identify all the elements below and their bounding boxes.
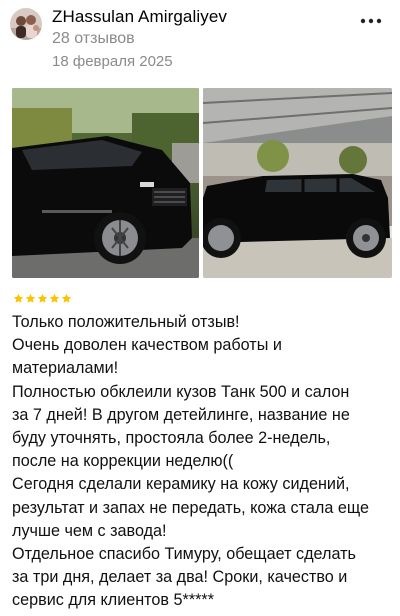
star-icon — [13, 293, 24, 303]
star-icon — [49, 293, 60, 303]
review-photos — [10, 88, 392, 278]
star-icon — [25, 293, 36, 303]
rating-stars — [13, 293, 72, 304]
review-header: ZHassulan Amirgaliyev 28 отзывов 18 февр… — [10, 6, 390, 76]
avatar[interactable] — [10, 8, 42, 40]
review-photo-2[interactable] — [203, 88, 392, 278]
more-dots-icon — [360, 18, 382, 24]
review-date: 18 февраля 2025 — [52, 53, 173, 70]
star-icon — [37, 293, 48, 303]
review-text: Только положительный отзыв! Очень доволе… — [12, 313, 369, 610]
reviews-count: 28 отзывов — [52, 30, 135, 47]
review-photo-1[interactable] — [12, 88, 199, 278]
more-options-button[interactable] — [354, 6, 388, 36]
review-card: ZHassulan Amirgaliyev 28 отзывов 18 февр… — [0, 0, 400, 616]
author-name[interactable]: ZHassulan Amirgaliyev — [52, 7, 227, 27]
avatar-photo-icon — [10, 8, 42, 40]
star-icon — [61, 293, 72, 303]
car-photo-side-icon — [203, 88, 392, 278]
car-photo-front-icon — [12, 88, 199, 278]
